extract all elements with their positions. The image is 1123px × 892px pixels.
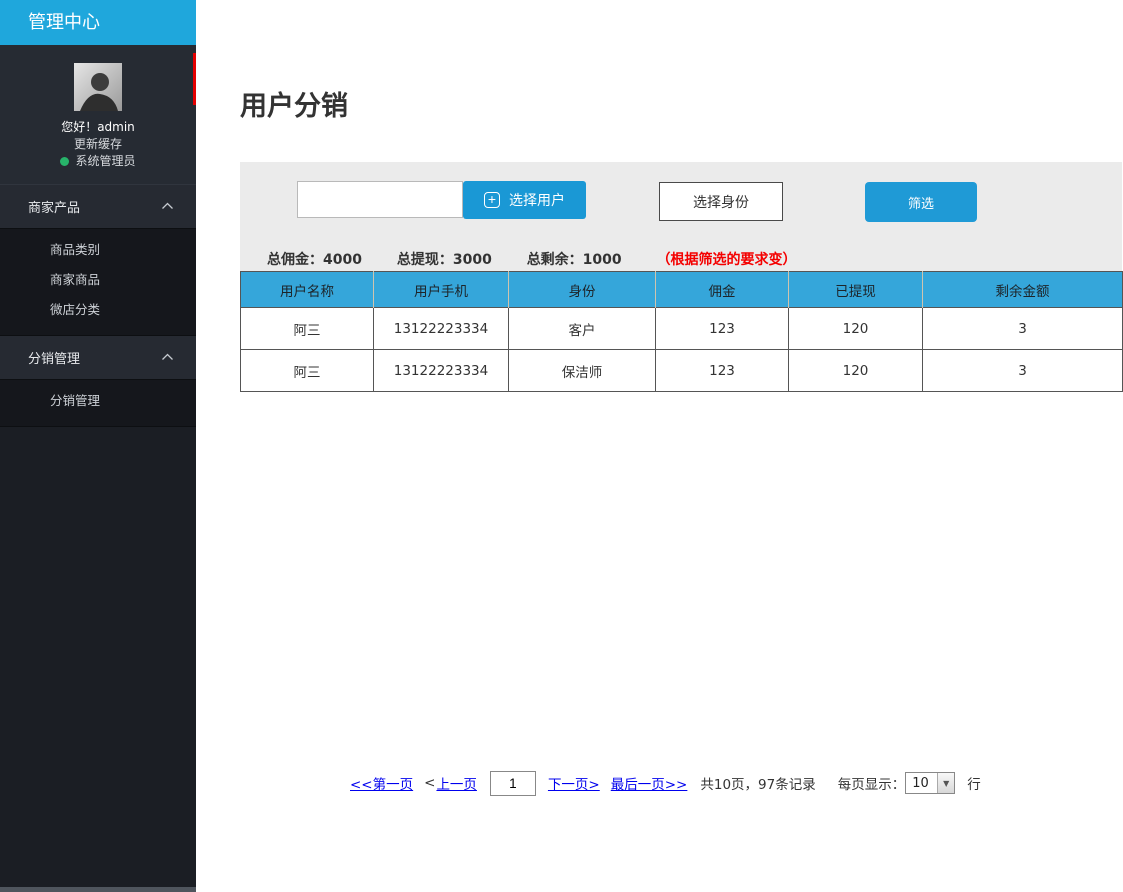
- first-page-link[interactable]: <<第一页: [350, 773, 413, 793]
- select-user-button[interactable]: + 选择用户: [463, 181, 586, 219]
- cell-phone: 13122223334: [374, 350, 509, 392]
- cell-remaining: 3: [923, 350, 1123, 392]
- cell-identity: 保洁师: [509, 350, 656, 392]
- total-commission: 总佣金：4000: [267, 252, 362, 268]
- total-remaining: 总剩余：1000: [527, 252, 622, 268]
- summary-bar: 总佣金：4000 总提现：3000 总剩余：1000 （根据筛选的要求变）: [267, 249, 797, 269]
- sidebar-item-product-category[interactable]: 商品类别: [0, 235, 196, 265]
- record-count: 共10页，97条记录: [700, 773, 815, 793]
- sidebar-group-distribution[interactable]: 分销管理: [0, 336, 196, 380]
- current-page-input[interactable]: [490, 771, 536, 796]
- cell-username: 阿三: [241, 308, 374, 350]
- user-panel: 您好！admin 更新缓存 系统管理员: [0, 45, 196, 185]
- users-table: 用户名称 用户手机 身份 佣金 已提现 剩余金额 阿三 13122223334 …: [240, 271, 1123, 392]
- page-title: 用户分销: [240, 84, 348, 123]
- next-page-link[interactable]: 下一页>: [548, 773, 600, 793]
- page: 管理中心 您好！admin 更新缓存 系统管理员: [0, 0, 1123, 892]
- refresh-cache-link[interactable]: 更新缓存: [0, 136, 196, 153]
- rows-unit-label: 行: [967, 773, 981, 793]
- sidebar-bottom-strip: [0, 887, 196, 892]
- cell-commission: 123: [656, 350, 789, 392]
- table-row: 阿三 13122223334 保洁师 123 120 3: [241, 350, 1123, 392]
- cell-username: 阿三: [241, 350, 374, 392]
- avatar-photo: [74, 63, 122, 111]
- chevron-up-icon: [161, 199, 174, 214]
- col-phone: 用户手机: [374, 272, 509, 308]
- prev-page-link[interactable]: 上一页: [436, 773, 477, 793]
- table-header: 用户名称 用户手机 身份 佣金 已提现 剩余金额: [241, 272, 1123, 308]
- last-page-link[interactable]: 最后一页>>: [611, 773, 688, 793]
- online-status-icon: [60, 157, 69, 166]
- page-size-value: 10: [906, 776, 937, 791]
- col-identity: 身份: [509, 272, 656, 308]
- cell-withdrawn: 120: [789, 308, 923, 350]
- prev-arrow: <: [424, 775, 435, 791]
- main-content: 用户分销 + 选择用户 选择身份 筛选 总佣金：4000 总提现：3000 总剩…: [196, 0, 1123, 892]
- cell-phone: 13122223334: [374, 308, 509, 350]
- user-search-input[interactable]: [297, 181, 463, 218]
- page-size-label: 每页显示：: [838, 773, 906, 793]
- total-withdrawn: 总提现：3000: [397, 252, 492, 268]
- select-identity-button[interactable]: 选择身份: [659, 182, 783, 221]
- col-commission: 佣金: [656, 272, 789, 308]
- sidebar-group-label: 商家产品: [28, 197, 80, 216]
- filter-button[interactable]: 筛选: [865, 182, 977, 222]
- sidebar-item-distribution-management[interactable]: 分销管理: [0, 386, 196, 416]
- summary-note: （根据筛选的要求变）: [657, 252, 797, 268]
- col-username: 用户名称: [241, 272, 374, 308]
- chevron-up-icon: [161, 350, 174, 365]
- submenu-distribution: 分销管理: [0, 380, 196, 427]
- page-size-select[interactable]: 10 ▼: [905, 772, 955, 794]
- sidebar-item-merchant-goods[interactable]: 商家商品: [0, 265, 196, 295]
- plus-square-icon: +: [484, 192, 500, 208]
- sidebar-group-label: 分销管理: [28, 348, 80, 367]
- app-title: 管理中心: [0, 0, 196, 45]
- col-remaining: 剩余金额: [923, 272, 1123, 308]
- col-withdrawn: 已提现: [789, 272, 923, 308]
- user-avatar: [74, 63, 122, 111]
- pagination: <<第一页 < 上一页 下一页> 最后一页>> 共10页，97条记录 每页显示：…: [350, 769, 981, 797]
- user-role-label: 系统管理员: [75, 153, 135, 170]
- submenu-merchant-products: 商品类别 商家商品 微店分类: [0, 229, 196, 336]
- dropdown-arrow-icon: ▼: [937, 773, 954, 793]
- select-user-button-label: 选择用户: [509, 190, 565, 210]
- table-row: 阿三 13122223334 客户 123 120 3: [241, 308, 1123, 350]
- filter-panel: + 选择用户 选择身份 筛选 总佣金：4000 总提现：3000 总剩余：100…: [240, 162, 1122, 271]
- cell-remaining: 3: [923, 308, 1123, 350]
- user-greeting: 您好！admin: [0, 119, 196, 136]
- cell-identity: 客户: [509, 308, 656, 350]
- sidebar-item-microstore-category[interactable]: 微店分类: [0, 295, 196, 325]
- user-role: 系统管理员: [0, 153, 196, 170]
- cell-withdrawn: 120: [789, 350, 923, 392]
- sidebar: 管理中心 您好！admin 更新缓存 系统管理员: [0, 0, 196, 892]
- cell-commission: 123: [656, 308, 789, 350]
- sidebar-group-merchant-products[interactable]: 商家产品: [0, 185, 196, 229]
